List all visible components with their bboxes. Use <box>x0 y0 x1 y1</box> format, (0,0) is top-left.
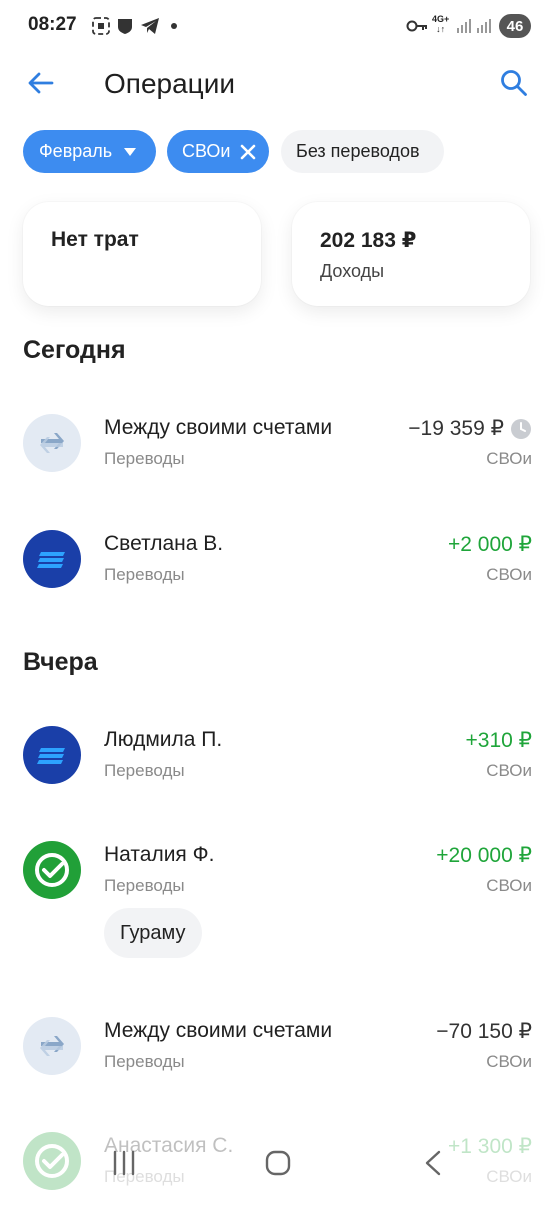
transaction-category: Переводы <box>104 565 185 584</box>
transaction-category: Переводы <box>104 1052 185 1071</box>
system-nav-bar <box>0 1130 555 1200</box>
signal-icon-2 <box>476 16 492 36</box>
arrow-left-icon <box>28 72 54 94</box>
search-button[interactable] <box>499 68 529 98</box>
transaction-account: СВОи <box>486 565 532 584</box>
transaction-row[interactable]: Наталия Ф. Переводы +20 000 ₽ СВОи <box>0 841 555 931</box>
battery-indicator: 46 <box>499 14 531 38</box>
transaction-row[interactable]: Светлана В. Переводы +2 000 ₽ СВОи <box>0 530 555 620</box>
transaction-amount: +310 ₽ <box>465 729 533 752</box>
transfer-arrows-icon <box>23 1017 81 1075</box>
chevron-left-icon <box>425 1150 441 1176</box>
transaction-name: Светлана В. <box>104 532 224 555</box>
transaction-account: СВОи <box>486 1052 532 1071</box>
back-nav-button[interactable] <box>424 1150 442 1181</box>
recents-icon <box>113 1150 135 1176</box>
bank-logo-icon <box>23 530 81 588</box>
transaction-category: Переводы <box>104 876 185 895</box>
transfer-arrows-icon <box>23 414 81 472</box>
transaction-account: СВОи <box>486 761 532 780</box>
transaction-name: Между своими счетами <box>104 1019 333 1042</box>
month-filter-chip[interactable]: Февраль <box>23 130 156 173</box>
home-icon <box>265 1150 291 1176</box>
shield-icon <box>116 16 134 36</box>
transaction-amount: +2 000 ₽ <box>447 533 532 556</box>
transaction-row[interactable]: Между своими счетами Переводы −19 359 ₽ … <box>0 414 555 504</box>
income-label: Доходы <box>320 261 385 281</box>
transaction-amount: −19 359 ₽ <box>408 416 532 441</box>
expenses-card[interactable]: Нет трат <box>23 202 261 306</box>
bank-logo-icon <box>23 726 81 784</box>
transaction-name: Людмила П. <box>104 728 223 751</box>
network-type: 4G+ ↓↑ <box>432 14 450 34</box>
transaction-amount: +20 000 ₽ <box>436 844 532 867</box>
recents-button[interactable] <box>112 1150 136 1181</box>
transaction-name: Между своими счетами <box>104 416 333 439</box>
no-transfers-chip[interactable]: Без переводов <box>281 130 444 173</box>
transaction-comment: Гураму <box>104 908 202 958</box>
transaction-category: Переводы <box>104 449 185 468</box>
expenses-value: Нет трат <box>51 228 139 251</box>
transaction-account: СВОи <box>486 449 532 468</box>
section-header-yesterday: Вчера <box>23 648 98 676</box>
back-button[interactable] <box>26 68 56 98</box>
screenshot-icon <box>92 16 110 36</box>
transaction-category: Переводы <box>104 761 185 780</box>
search-icon <box>501 70 527 96</box>
caret-down-icon <box>124 147 137 156</box>
account-filter-label: СВОи <box>182 141 231 161</box>
home-button[interactable] <box>265 1150 291 1181</box>
dot-icon <box>170 16 178 36</box>
transaction-row[interactable]: Людмила П. Переводы +310 ₽ СВОи <box>0 726 555 816</box>
transaction-amount: −70 150 ₽ <box>436 1020 532 1043</box>
month-filter-label: Февраль <box>39 141 113 161</box>
page-title: Операции <box>104 68 235 99</box>
no-transfers-label: Без переводов <box>296 141 420 161</box>
section-header-today: Сегодня <box>23 336 126 364</box>
telegram-icon <box>140 16 160 36</box>
income-amount: 202 183 ₽ <box>320 229 417 252</box>
pending-clock-icon <box>511 418 531 439</box>
close-icon[interactable] <box>240 144 256 160</box>
transaction-name: Наталия Ф. <box>104 843 215 866</box>
account-filter-chip[interactable]: СВОи <box>167 130 269 173</box>
sber-logo-icon <box>23 841 81 899</box>
transaction-account: СВОи <box>486 876 532 895</box>
income-card[interactable]: 202 183 ₽ Доходы <box>292 202 530 306</box>
key-icon <box>406 16 428 36</box>
status-time: 08:27 <box>28 14 77 35</box>
signal-icon <box>456 16 472 36</box>
transaction-row[interactable]: Между своими счетами Переводы −70 150 ₽ … <box>0 1017 555 1107</box>
